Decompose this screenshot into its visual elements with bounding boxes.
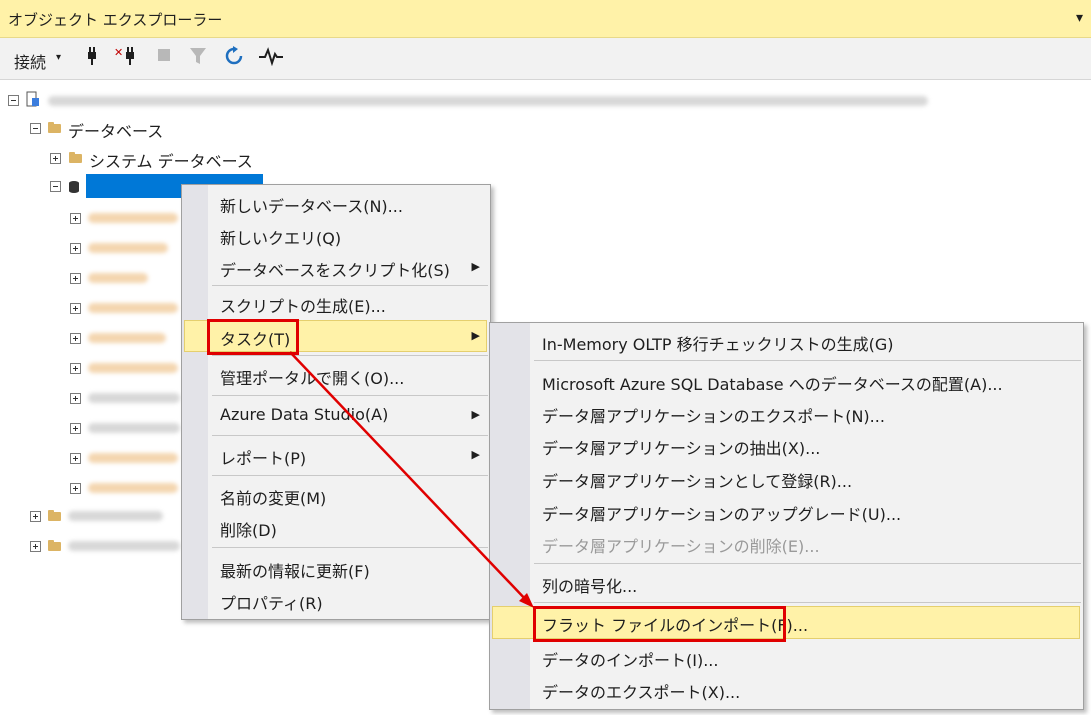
annotation-arrow: [289, 351, 534, 608]
